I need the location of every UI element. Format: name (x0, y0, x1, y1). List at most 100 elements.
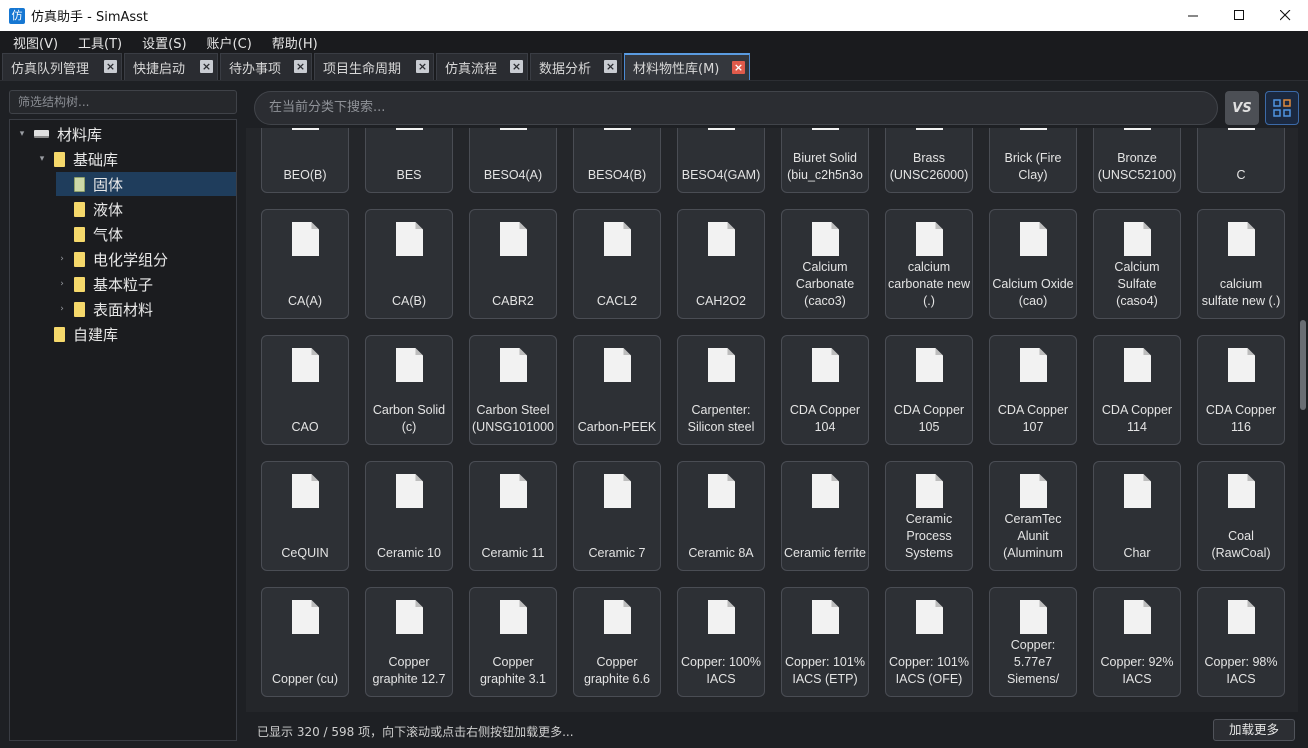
compare-vs-button[interactable]: VS (1225, 91, 1259, 125)
material-card[interactable]: calcium sulfate new (.) (1197, 209, 1285, 319)
material-card[interactable]: BESO4(GAM) (677, 128, 765, 193)
material-card[interactable]: CACL2 (573, 209, 661, 319)
material-card[interactable]: Copper: 5.77e7 Siemens/ (989, 587, 1077, 697)
material-card[interactable]: Ceramic Process Systems (885, 461, 973, 571)
material-card[interactable]: Copper: 92% IACS (1093, 587, 1181, 697)
material-card[interactable]: Carbon Steel (UNSG101000 (469, 335, 557, 445)
material-card[interactable]: CeramTec Alunit (Aluminum (989, 461, 1077, 571)
material-card[interactable]: Copper: 101% IACS (OFE) (885, 587, 973, 697)
tab-close-icon[interactable]: × (416, 60, 429, 73)
material-name: Copper: 100% IACS (681, 655, 761, 686)
material-name: Copper: 92% IACS (1100, 655, 1174, 686)
material-card[interactable]: Carpenter: Silicon steel (677, 335, 765, 445)
grid-scrollbar-thumb[interactable] (1300, 320, 1306, 410)
tab-label: 快捷启动 (133, 61, 186, 77)
close-icon[interactable] (1262, 0, 1308, 31)
material-card[interactable]: Brick (Fire Clay) (989, 128, 1077, 193)
minimize-icon[interactable] (1170, 0, 1216, 31)
tab-3[interactable]: 项目生命周期 × (314, 53, 434, 80)
material-card[interactable]: Copper: 100% IACS (677, 587, 765, 697)
tree-item[interactable]: ▾ 材料库 (16, 122, 236, 146)
document-icon (916, 348, 943, 382)
material-card[interactable]: CDA Copper 107 (989, 335, 1077, 445)
material-card[interactable]: Biuret Solid (biu_c2h5n3o (781, 128, 869, 193)
material-card[interactable]: Calcium Sulfate (caso4) (1093, 209, 1181, 319)
tree-item[interactable]: › 基本粒子 (56, 272, 236, 296)
material-card[interactable]: Copper: 101% IACS (ETP) (781, 587, 869, 697)
material-card[interactable]: CA(B) (365, 209, 453, 319)
material-card[interactable]: BEO(B) (261, 128, 349, 193)
chevron-down-icon[interactable]: ▾ (36, 154, 48, 164)
material-card[interactable]: BESO4(A) (469, 128, 557, 193)
tab-6[interactable]: 材料物性库(M) × (624, 53, 750, 80)
material-card[interactable]: CeQUIN (261, 461, 349, 571)
material-card[interactable]: CA(A) (261, 209, 349, 319)
material-card[interactable]: Coal (RawCoal) (1197, 461, 1285, 571)
material-card[interactable]: CAH2O2 (677, 209, 765, 319)
menu-tools[interactable]: 工具(T) (71, 33, 129, 52)
menu-help[interactable]: 帮助(H) (265, 33, 325, 52)
tree-item[interactable]: › 电化学组分 (56, 247, 236, 271)
material-card[interactable]: Calcium Carbonate (caco3) (781, 209, 869, 319)
tab-close-icon[interactable]: × (510, 60, 523, 73)
material-card[interactable]: Brass (UNSC26000) (885, 128, 973, 193)
material-card[interactable]: calcium carbonate new (.) (885, 209, 973, 319)
material-card[interactable]: Copper: 98% IACS (1197, 587, 1285, 697)
material-card[interactable]: CDA Copper 114 (1093, 335, 1181, 445)
material-card[interactable]: CDA Copper 116 (1197, 335, 1285, 445)
material-card[interactable]: CAO (261, 335, 349, 445)
material-card[interactable]: Copper (cu) (261, 587, 349, 697)
tab-close-icon[interactable]: × (200, 60, 213, 73)
material-card[interactable]: Carbon-PEEK (573, 335, 661, 445)
tab-close-icon[interactable]: × (604, 60, 617, 73)
load-more-button[interactable]: 加载更多 (1213, 719, 1295, 741)
material-card[interactable]: C (1197, 128, 1285, 193)
material-card[interactable]: Carbon Solid (c) (365, 335, 453, 445)
material-card[interactable]: CABR2 (469, 209, 557, 319)
material-name: Copper: 101% IACS (ETP) (785, 655, 865, 686)
maximize-icon[interactable] (1216, 0, 1262, 31)
tab-2[interactable]: 待办事项 × (220, 53, 312, 80)
material-card[interactable]: Ceramic ferrite (781, 461, 869, 571)
tree-item[interactable]: 液体 (56, 197, 236, 221)
tab-close-icon[interactable]: × (104, 60, 117, 73)
menu-settings[interactable]: 设置(S) (135, 33, 193, 52)
document-icon (708, 222, 735, 256)
tab-4[interactable]: 仿真流程 × (436, 53, 528, 80)
material-card[interactable]: CDA Copper 104 (781, 335, 869, 445)
material-card[interactable]: Copper graphite 6.6 (573, 587, 661, 697)
menu-view[interactable]: 视图(V) (6, 33, 65, 52)
material-card[interactable]: Ceramic 8A (677, 461, 765, 571)
chevron-down-icon[interactable]: ▾ (16, 129, 28, 139)
grid-view-toggle-icon[interactable] (1265, 91, 1299, 125)
menu-account[interactable]: 账户(C) (200, 33, 259, 52)
tree-filter-input[interactable]: 筛选结构树... (9, 90, 237, 114)
tab-0[interactable]: 仿真队列管理 × (2, 53, 122, 80)
chevron-right-icon[interactable]: › (56, 304, 68, 314)
tree-item[interactable]: › 表面材料 (56, 297, 236, 321)
material-card[interactable]: BES (365, 128, 453, 193)
chevron-right-icon[interactable]: › (56, 279, 68, 289)
material-card[interactable]: BESO4(B) (573, 128, 661, 193)
material-card[interactable]: Calcium Oxide (cao) (989, 209, 1077, 319)
material-card[interactable]: Ceramic 10 (365, 461, 453, 571)
category-search-input[interactable]: 在当前分类下搜索... (254, 91, 1218, 125)
material-name: Copper graphite 12.7 (372, 655, 446, 686)
tab-close-icon[interactable]: × (294, 60, 307, 73)
chevron-right-icon[interactable]: › (56, 254, 68, 264)
material-card[interactable]: Copper graphite 12.7 (365, 587, 453, 697)
tree-item[interactable]: 自建库 (36, 322, 236, 346)
material-card[interactable]: CDA Copper 105 (885, 335, 973, 445)
material-card[interactable]: Bronze (UNSC52100) (1093, 128, 1181, 193)
grid-scrollbar[interactable] (1298, 128, 1308, 712)
tab-5[interactable]: 数据分析 × (530, 53, 622, 80)
tab-1[interactable]: 快捷启动 × (124, 53, 218, 80)
material-card[interactable]: Ceramic 7 (573, 461, 661, 571)
tree-item[interactable]: ▾ 基础库 (36, 147, 236, 171)
material-card[interactable]: Copper graphite 3.1 (469, 587, 557, 697)
tree-item[interactable]: 气体 (56, 222, 236, 246)
tab-close-icon[interactable]: × (732, 61, 745, 74)
material-card[interactable]: Ceramic 11 (469, 461, 557, 571)
material-card[interactable]: Char (1093, 461, 1181, 571)
tree-item[interactable]: 固体 (56, 172, 236, 196)
